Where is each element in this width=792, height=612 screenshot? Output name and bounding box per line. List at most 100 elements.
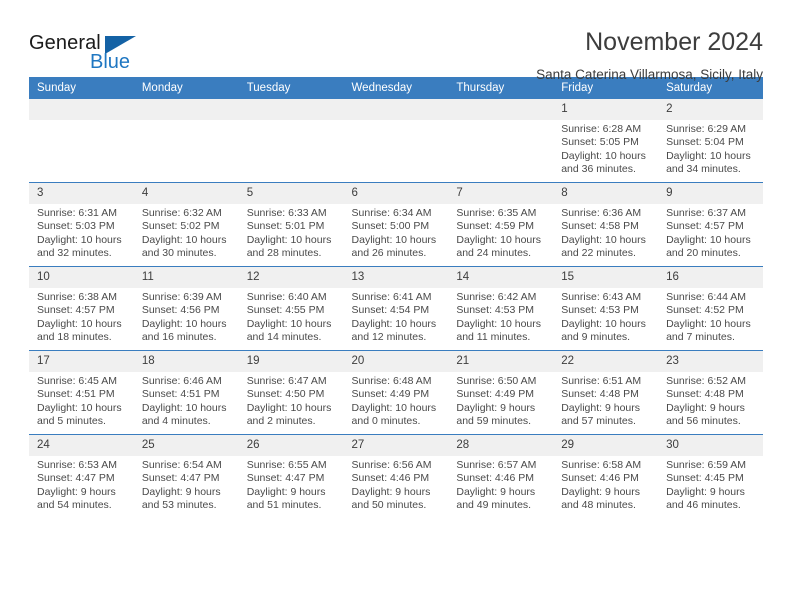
calendar-cell-empty	[133, 99, 239, 183]
sunset-text: Sunset: 4:59 PM	[456, 220, 535, 233]
calendar-day-cell[interactable]: 26 Sunrise: 6:55 AM Sunset: 4:47 PM Dayligh…	[238, 434, 344, 518]
daylight-text: Daylight: 9 hours and 59 minutes.	[456, 401, 536, 428]
sunset-text: Sunset: 4:53 PM	[456, 304, 535, 317]
sunrise-text: Sunrise: 6:43 AM	[561, 291, 642, 303]
sunrise-text: Sunrise: 6:37 AM	[666, 207, 747, 219]
day-number: 4	[133, 183, 239, 204]
calendar-day-cell[interactable]: 13 Sunrise: 6:41 AM Sunset: 4:54 PM Dayligh…	[343, 266, 449, 351]
day-number: 24	[29, 435, 134, 456]
day-info: Sunrise: 6:52 AM Sunset: 4:48 PM Daylight:…	[658, 372, 763, 429]
calendar-day-cell[interactable]: 20 Sunrise: 6:48 AM Sunset: 4:49 PM Dayligh…	[343, 350, 449, 435]
calendar-day-cell[interactable]: 22 Sunrise: 6:51 AM Sunset: 4:48 PM Dayligh…	[553, 350, 659, 435]
calendar-day-cell[interactable]: 7 Sunrise: 6:35 AM Sunset: 4:59 PM Daylight…	[448, 182, 554, 267]
sunrise-text: Sunrise: 6:44 AM	[666, 291, 747, 303]
sunrise-text: Sunrise: 6:51 AM	[561, 375, 642, 387]
day-info: Sunrise: 6:36 AM Sunset: 4:58 PM Daylight:…	[553, 204, 658, 261]
daylight-text: Daylight: 10 hours and 32 minutes.	[37, 233, 122, 260]
calendar-day-cell[interactable]: 27 Sunrise: 6:56 AM Sunset: 4:46 PM Dayligh…	[343, 434, 449, 518]
day-number: 9	[658, 183, 763, 204]
daylight-text: Daylight: 10 hours and 11 minutes.	[456, 317, 542, 344]
calendar-cell-empty	[29, 99, 134, 183]
day-info: Sunrise: 6:44 AM Sunset: 4:52 PM Daylight:…	[658, 288, 763, 345]
calendar-day-cell[interactable]: 23 Sunrise: 6:52 AM Sunset: 4:48 PM Dayligh…	[658, 350, 763, 435]
calendar-day-cell[interactable]: 10 Sunrise: 6:38 AM Sunset: 4:57 PM Dayligh…	[29, 266, 134, 351]
calendar-day-cell[interactable]: 4 Sunrise: 6:32 AM Sunset: 5:02 PM Daylight…	[133, 182, 239, 267]
sunset-text: Sunset: 4:51 PM	[37, 388, 115, 401]
sunrise-text: Sunrise: 6:45 AM	[37, 375, 117, 387]
sunrise-text: Sunrise: 6:53 AM	[37, 459, 117, 471]
page-title: November 2024	[585, 28, 763, 56]
day-number: 11	[133, 267, 239, 288]
calendar-day-cell[interactable]: 14 Sunrise: 6:42 AM Sunset: 4:53 PM Dayligh…	[448, 266, 554, 351]
sunset-text: Sunset: 4:52 PM	[666, 304, 744, 317]
calendar-day-cell[interactable]: 15 Sunrise: 6:43 AM Sunset: 4:53 PM Dayligh…	[553, 266, 659, 351]
daylight-text: Daylight: 10 hours and 12 minutes.	[351, 317, 437, 344]
sunset-text: Sunset: 4:46 PM	[561, 472, 639, 485]
daylight-text: Daylight: 10 hours and 4 minutes.	[141, 401, 227, 428]
general-blue-logo[interactable]: General Blue	[29, 27, 159, 77]
day-number: 12	[238, 267, 344, 288]
calendar-day-cell[interactable]: 1 Sunrise: 6:28 AM Sunset: 5:05 PM Daylight…	[553, 99, 659, 183]
sunset-text: Sunset: 4:48 PM	[561, 388, 639, 401]
sunrise-text: Sunrise: 6:50 AM	[456, 375, 537, 387]
calendar-cell-empty	[448, 99, 554, 183]
day-info: Sunrise: 6:54 AM Sunset: 4:47 PM Daylight:…	[134, 456, 239, 513]
sunrise-text: Sunrise: 6:35 AM	[456, 207, 537, 219]
sunset-text: Sunset: 4:46 PM	[456, 472, 535, 485]
logo-word-blue: Blue	[90, 51, 131, 73]
calendar-day-cell[interactable]: 12 Sunrise: 6:40 AM Sunset: 4:55 PM Dayligh…	[238, 266, 344, 351]
day-number: 7	[448, 183, 554, 204]
sunset-text: Sunset: 4:53 PM	[561, 304, 639, 317]
daylight-text: Daylight: 9 hours and 53 minutes.	[141, 485, 221, 512]
daylight-text: Daylight: 9 hours and 48 minutes.	[561, 485, 641, 512]
daylight-text: Daylight: 10 hours and 16 minutes.	[141, 317, 227, 344]
calendar-week-row: 1 Sunrise: 6:28 AM Sunset: 5:05 PM Daylight…	[29, 99, 763, 183]
calendar-day-cell[interactable]: 19 Sunrise: 6:47 AM Sunset: 4:50 PM Dayligh…	[238, 350, 344, 435]
calendar-day-cell[interactable]: 5 Sunrise: 6:33 AM Sunset: 5:01 PM Daylight…	[238, 182, 344, 267]
day-info: Sunrise: 6:59 AM Sunset: 4:45 PM Daylight:…	[658, 456, 763, 513]
sunset-text: Sunset: 4:47 PM	[37, 472, 115, 485]
calendar-day-cell[interactable]: 9 Sunrise: 6:37 AM Sunset: 4:57 PM Daylight…	[658, 182, 763, 267]
calendar-day-cell[interactable]: 30 Sunrise: 6:59 AM Sunset: 4:45 PM Dayligh…	[658, 434, 763, 518]
sunrise-text: Sunrise: 6:55 AM	[246, 459, 327, 471]
daylight-text: Daylight: 10 hours and 7 minutes.	[666, 317, 751, 344]
day-number: 23	[658, 351, 763, 372]
day-number: 5	[238, 183, 344, 204]
calendar-day-cell[interactable]: 29 Sunrise: 6:58 AM Sunset: 4:46 PM Dayligh…	[553, 434, 659, 518]
sunset-text: Sunset: 4:57 PM	[37, 304, 115, 317]
daylight-text: Daylight: 10 hours and 22 minutes.	[561, 233, 646, 260]
day-number: 26	[238, 435, 344, 456]
sunrise-text: Sunrise: 6:54 AM	[141, 459, 222, 471]
sunset-text: Sunset: 5:04 PM	[666, 136, 744, 149]
calendar-day-cell[interactable]: 28 Sunrise: 6:57 AM Sunset: 4:46 PM Dayligh…	[448, 434, 554, 518]
day-number: 27	[343, 435, 449, 456]
calendar-week-row: 3 Sunrise: 6:31 AM Sunset: 5:03 PM Daylight…	[29, 182, 763, 267]
day-number: 6	[343, 183, 449, 204]
calendar-day-cell[interactable]: 25 Sunrise: 6:54 AM Sunset: 4:47 PM Dayligh…	[133, 434, 239, 518]
day-number: 21	[448, 351, 554, 372]
daylight-text: Daylight: 9 hours and 56 minutes.	[666, 401, 745, 428]
calendar-day-cell[interactable]: 2 Sunrise: 6:29 AM Sunset: 5:04 PM Daylight…	[658, 99, 763, 183]
calendar-day-cell[interactable]: 18 Sunrise: 6:46 AM Sunset: 4:51 PM Dayligh…	[133, 350, 239, 435]
title-block: November 2024 Santa Caterina Villarmosa,…	[536, 27, 763, 84]
calendar-week-row: 17 Sunrise: 6:45 AM Sunset: 4:51 PM Dayligh…	[29, 350, 763, 435]
day-info: Sunrise: 6:28 AM Sunset: 5:05 PM Daylight:…	[553, 120, 658, 177]
calendar-day-cell[interactable]: 8 Sunrise: 6:36 AM Sunset: 4:58 PM Daylight…	[553, 182, 659, 267]
day-number: 2	[658, 99, 763, 120]
sunset-text: Sunset: 4:47 PM	[141, 472, 220, 485]
daylight-text: Daylight: 10 hours and 20 minutes.	[666, 233, 751, 260]
calendar-day-cell[interactable]: 6 Sunrise: 6:34 AM Sunset: 5:00 PM Daylight…	[343, 182, 449, 267]
sunrise-text: Sunrise: 6:34 AM	[351, 207, 432, 219]
sunrise-text: Sunrise: 6:29 AM	[666, 123, 747, 135]
sunset-text: Sunset: 4:56 PM	[141, 304, 220, 317]
sunset-text: Sunset: 4:49 PM	[351, 388, 430, 401]
day-info: Sunrise: 6:58 AM Sunset: 4:46 PM Daylight:…	[553, 456, 658, 513]
calendar-day-cell[interactable]: 24 Sunrise: 6:53 AM Sunset: 4:47 PM Dayligh…	[29, 434, 134, 518]
calendar-day-cell[interactable]: 3 Sunrise: 6:31 AM Sunset: 5:03 PM Daylight…	[29, 182, 134, 267]
calendar-day-cell[interactable]: 16 Sunrise: 6:44 AM Sunset: 4:52 PM Dayligh…	[658, 266, 763, 351]
calendar-day-cell[interactable]: 11 Sunrise: 6:39 AM Sunset: 4:56 PM Dayligh…	[133, 266, 239, 351]
day-number: 29	[553, 435, 659, 456]
calendar-day-cell[interactable]: 17 Sunrise: 6:45 AM Sunset: 4:51 PM Dayligh…	[29, 350, 134, 435]
sunrise-text: Sunrise: 6:38 AM	[37, 291, 117, 303]
calendar-day-cell[interactable]: 21 Sunrise: 6:50 AM Sunset: 4:49 PM Dayligh…	[448, 350, 554, 435]
